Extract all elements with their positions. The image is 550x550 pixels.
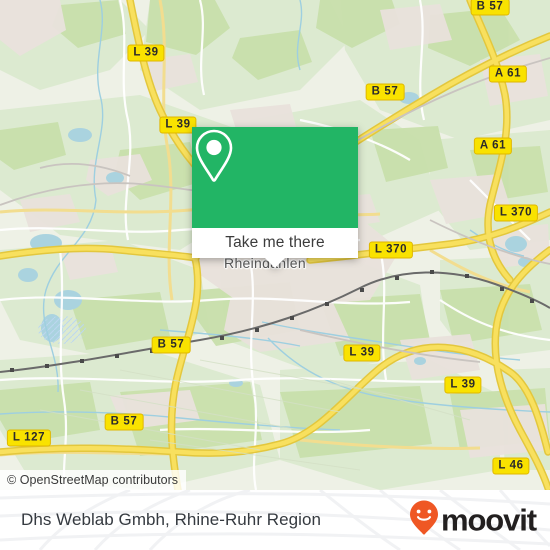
page-title: Dhs Weblab Gmbh, Rhine-Ruhr Region bbox=[21, 510, 321, 529]
road-shield: L 46 bbox=[492, 457, 530, 475]
map-canvas[interactable]: L 39 L 39 B 57 B 57 A 61 A 61 L 370 L 370 B 57 B … bbox=[0, 0, 550, 490]
road-shield: A 61 bbox=[473, 137, 513, 155]
road-shield: L 39 bbox=[343, 344, 381, 362]
popup-pointer bbox=[264, 257, 286, 268]
popup-header bbox=[192, 127, 358, 228]
take-me-there-button[interactable]: Take me there bbox=[225, 234, 325, 252]
moovit-smiley-pin-icon bbox=[409, 500, 439, 541]
osm-attribution[interactable]: © OpenStreetMap contributors bbox=[0, 470, 187, 490]
road-shield: L 370 bbox=[368, 241, 414, 259]
location-popup-card[interactable]: Take me there bbox=[192, 127, 358, 268]
road-shield: L 127 bbox=[6, 429, 52, 447]
road-shield: B 57 bbox=[470, 0, 510, 16]
road-shield: A 61 bbox=[488, 65, 528, 83]
road-shield: L 370 bbox=[493, 204, 539, 222]
road-shield: B 57 bbox=[365, 83, 405, 101]
road-shield: B 57 bbox=[151, 336, 191, 354]
popup-footer[interactable]: Take me there bbox=[192, 228, 358, 268]
map-screenshot: L 39 L 39 B 57 B 57 A 61 A 61 L 370 L 370 B 57 B … bbox=[0, 0, 550, 550]
moovit-wordmark: moovit bbox=[440, 502, 537, 538]
moovit-logo[interactable]: moovit bbox=[409, 500, 537, 541]
road-shield: L 39 bbox=[127, 44, 165, 62]
road-shield: B 57 bbox=[104, 413, 144, 431]
road-shield: L 39 bbox=[444, 376, 482, 394]
footer-bar: Dhs Weblab Gmbh, Rhine-Ruhr Region moovi… bbox=[0, 490, 550, 550]
